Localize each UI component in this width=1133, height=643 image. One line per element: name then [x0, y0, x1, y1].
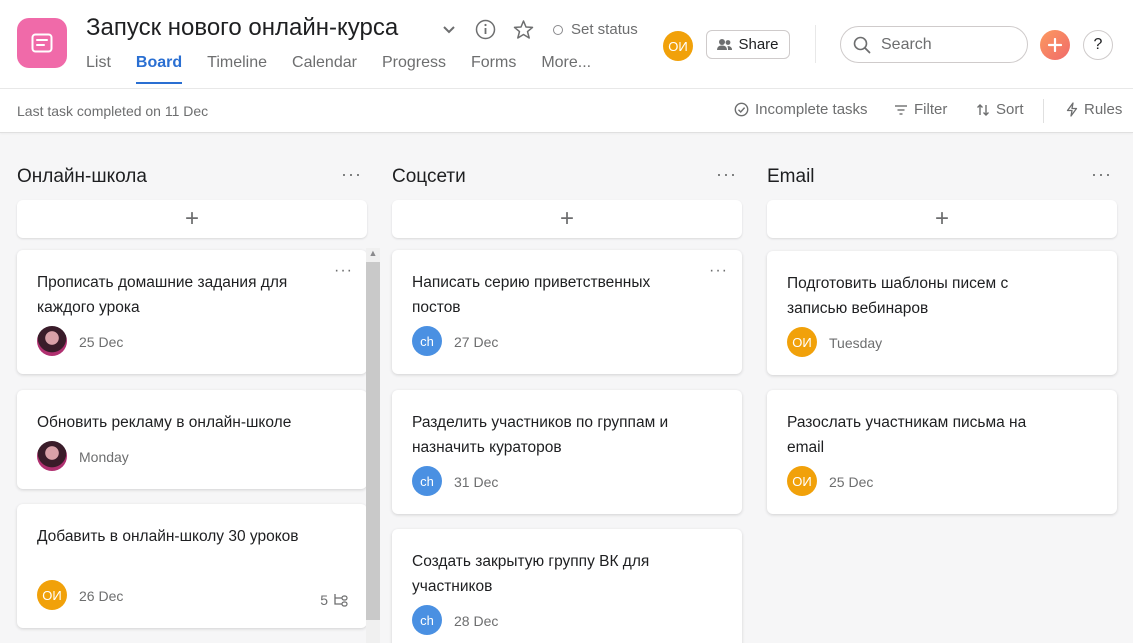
filter-button[interactable]: Filter — [894, 101, 947, 118]
tab-more[interactable]: More... — [541, 54, 591, 84]
users-icon — [717, 39, 733, 50]
quick-add-button[interactable] — [1040, 30, 1070, 60]
add-task-button[interactable]: + — [767, 200, 1117, 238]
scroll-up-arrow-icon[interactable]: ▲ — [366, 248, 380, 262]
search-placeholder: Search — [881, 35, 932, 53]
lightning-icon — [1066, 102, 1078, 117]
chevron-down-icon[interactable] — [440, 20, 458, 38]
rules-label: Rules — [1084, 101, 1123, 118]
sort-button[interactable]: Sort — [976, 101, 1024, 118]
task-title: Прописать домашние задания для каждого у… — [37, 274, 288, 316]
task-card[interactable]: Написать серию приветственных постов ···… — [392, 250, 742, 374]
last-task-completed: Last task completed on 11 Dec — [17, 103, 209, 119]
share-label: Share — [738, 36, 779, 53]
due-date: Tuesday — [829, 335, 883, 351]
status-label: Set status — [571, 21, 638, 38]
due-date: 25 Dec — [79, 334, 124, 350]
check-circle-icon — [734, 102, 749, 117]
toolbar-divider — [1043, 99, 1044, 123]
task-card[interactable]: Добавить в онлайн-школу 30 уроков ОИ 26 … — [17, 504, 367, 628]
task-title: Создать закрытую группу ВК для участнико… — [412, 553, 650, 595]
avatar[interactable]: ch — [412, 326, 442, 356]
scrollbar-thumb[interactable] — [366, 262, 380, 620]
view-tabs: List Board Timeline Calendar Progress Fo… — [86, 54, 616, 84]
avatar[interactable]: ОИ — [787, 466, 817, 496]
share-button[interactable]: Share — [706, 30, 790, 59]
avatar[interactable] — [37, 326, 67, 356]
due-date: 27 Dec — [454, 334, 499, 350]
board-icon — [31, 33, 53, 53]
avatar[interactable] — [37, 441, 67, 471]
task-card[interactable]: Подготовить шаблоны писем с записью веби… — [767, 251, 1117, 375]
set-status-button[interactable]: Set status — [553, 21, 638, 38]
avatar[interactable]: ch — [412, 466, 442, 496]
column-menu-icon[interactable]: ··· — [1091, 164, 1112, 185]
project-icon[interactable] — [17, 18, 67, 68]
status-dot-icon — [553, 24, 563, 35]
tab-board[interactable]: Board — [135, 54, 183, 84]
search-input[interactable]: Search — [840, 26, 1028, 63]
project-title[interactable]: Запуск нового онлайн-курса — [86, 14, 398, 42]
filter-icon — [895, 104, 907, 115]
due-date: 26 Dec — [79, 588, 124, 604]
rules-button[interactable]: Rules — [1066, 101, 1122, 118]
tab-forms[interactable]: Forms — [471, 54, 516, 84]
incomplete-tasks-button[interactable]: Incomplete tasks — [734, 101, 868, 118]
column-menu-icon[interactable]: ··· — [716, 164, 737, 185]
task-title: Обновить рекламу в онлайн-школе — [37, 414, 292, 431]
task-title: Разослать участникам письма на email — [787, 414, 1027, 456]
task-card[interactable]: Создать закрытую группу ВК для участнико… — [392, 529, 742, 643]
card-menu-icon[interactable]: ··· — [334, 262, 353, 280]
avatar[interactable]: ОИ — [37, 580, 67, 610]
tab-progress[interactable]: Progress — [382, 54, 446, 84]
help-button[interactable]: ? — [1083, 30, 1113, 60]
sort-label: Sort — [996, 101, 1024, 118]
avatar[interactable]: ОИ — [787, 327, 817, 357]
star-icon[interactable] — [513, 19, 534, 40]
header-divider — [815, 25, 816, 63]
sort-icon — [977, 103, 989, 116]
filter-label: Filter — [914, 101, 948, 118]
tab-calendar[interactable]: Calendar — [292, 54, 357, 84]
task-title: Подготовить шаблоны писем с записью веби… — [787, 275, 1009, 317]
due-date: Monday — [79, 449, 129, 465]
due-date: 28 Dec — [454, 613, 499, 629]
task-title: Добавить в онлайн-школу 30 уроков — [37, 528, 299, 545]
search-icon — [853, 36, 871, 53]
tab-list[interactable]: List — [86, 54, 111, 84]
board-toolbar: Last task completed on 11 Dec Incomplete… — [0, 89, 1133, 133]
task-card[interactable]: Разослать участникам письма на email ОИ … — [767, 390, 1117, 514]
incomplete-tasks-label: Incomplete tasks — [755, 101, 868, 118]
subtask-icon — [334, 594, 348, 607]
subtask-count[interactable]: 5 — [320, 592, 349, 608]
task-card[interactable]: Прописать домашние задания для каждого у… — [17, 250, 367, 374]
task-title: Написать серию приветственных постов — [412, 274, 651, 316]
task-card[interactable]: Обновить рекламу в онлайн-школе Monday — [17, 390, 367, 489]
avatar[interactable]: ch — [412, 605, 442, 635]
top-bar: Запуск нового онлайн-курса Set status Li… — [0, 0, 1133, 89]
info-icon[interactable] — [475, 19, 496, 40]
column-title[interactable]: Онлайн-школа — [17, 166, 147, 188]
member-avatar[interactable]: ОИ — [663, 31, 693, 61]
column-title[interactable]: Email — [767, 166, 815, 188]
add-task-button[interactable]: + — [17, 200, 367, 238]
tab-timeline[interactable]: Timeline — [207, 54, 267, 84]
plus-icon — [1048, 38, 1062, 52]
due-date: 31 Dec — [454, 474, 499, 490]
due-date: 25 Dec — [829, 474, 874, 490]
add-task-button[interactable]: + — [392, 200, 742, 238]
column-title[interactable]: Соцсети — [392, 166, 466, 188]
card-menu-icon[interactable]: ··· — [709, 262, 728, 280]
subtask-count-value: 5 — [320, 592, 328, 608]
task-card[interactable]: Разделить участников по группам и назнач… — [392, 390, 742, 514]
column-menu-icon[interactable]: ··· — [341, 164, 362, 185]
task-title: Разделить участников по группам и назнач… — [412, 414, 669, 456]
